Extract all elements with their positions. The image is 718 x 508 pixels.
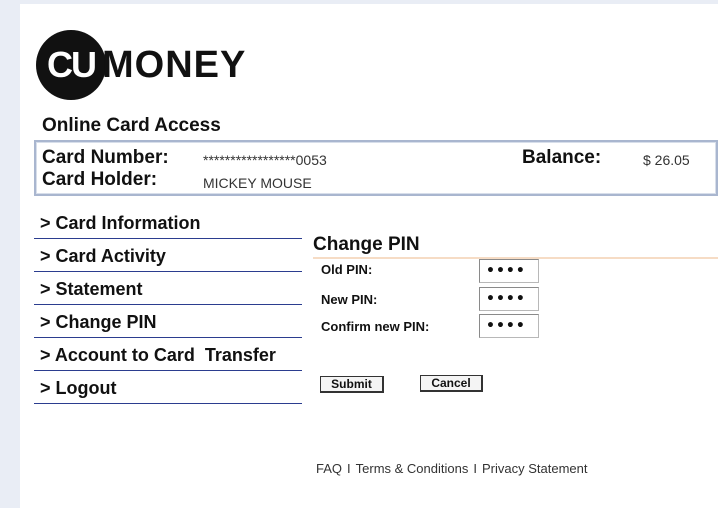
footer-separator: I bbox=[473, 461, 477, 476]
old-pin-input[interactable]: •••• bbox=[479, 259, 539, 283]
main-panel: CU MONEY Online Card Access Card Number:… bbox=[20, 4, 718, 508]
footer-links: FAQ I Terms & Conditions I Privacy Statement bbox=[316, 461, 587, 476]
card-number-label: Card Number: bbox=[42, 147, 169, 168]
sidebar-nav: > Card Information > Card Activity > Sta… bbox=[34, 208, 302, 406]
submit-button[interactable]: Submit bbox=[320, 376, 384, 393]
logo-money-text: MONEY bbox=[102, 44, 247, 86]
old-pin-label: Old PIN: bbox=[321, 262, 373, 277]
faq-link[interactable]: FAQ bbox=[316, 461, 342, 476]
new-pin-label: New PIN: bbox=[321, 292, 378, 307]
balance-label: Balance: bbox=[522, 147, 602, 168]
cumoney-logo: CU MONEY bbox=[36, 30, 306, 100]
card-info-box: Card Number: *****************0053 Card … bbox=[34, 140, 718, 196]
nav-change-pin[interactable]: > Change PIN bbox=[34, 307, 302, 338]
nav-statement[interactable]: > Statement bbox=[34, 274, 302, 305]
cancel-button[interactable]: Cancel bbox=[420, 375, 483, 392]
confirm-pin-input[interactable]: •••• bbox=[479, 314, 539, 338]
footer-separator: I bbox=[347, 461, 351, 476]
new-pin-input[interactable]: •••• bbox=[479, 287, 539, 311]
balance-value: $ 26.05 bbox=[643, 152, 690, 168]
card-holder-label: Card Holder: bbox=[42, 169, 158, 190]
nav-card-information[interactable]: > Card Information bbox=[34, 208, 302, 239]
terms-link[interactable]: Terms & Conditions bbox=[356, 461, 469, 476]
card-holder-value: MICKEY MOUSE bbox=[203, 175, 312, 191]
nav-account-to-card-transfer[interactable]: > Account to Card Transfer bbox=[34, 340, 302, 371]
card-number-value: *****************0053 bbox=[203, 152, 327, 168]
confirm-pin-label: Confirm new PIN: bbox=[321, 319, 430, 334]
section-title: Online Card Access bbox=[42, 115, 221, 136]
logo-cu-text: CU bbox=[47, 44, 97, 85]
nav-logout[interactable]: > Logout bbox=[34, 373, 302, 404]
nav-card-activity[interactable]: > Card Activity bbox=[34, 241, 302, 272]
change-pin-title: Change PIN bbox=[313, 234, 420, 255]
privacy-link[interactable]: Privacy Statement bbox=[482, 461, 588, 476]
